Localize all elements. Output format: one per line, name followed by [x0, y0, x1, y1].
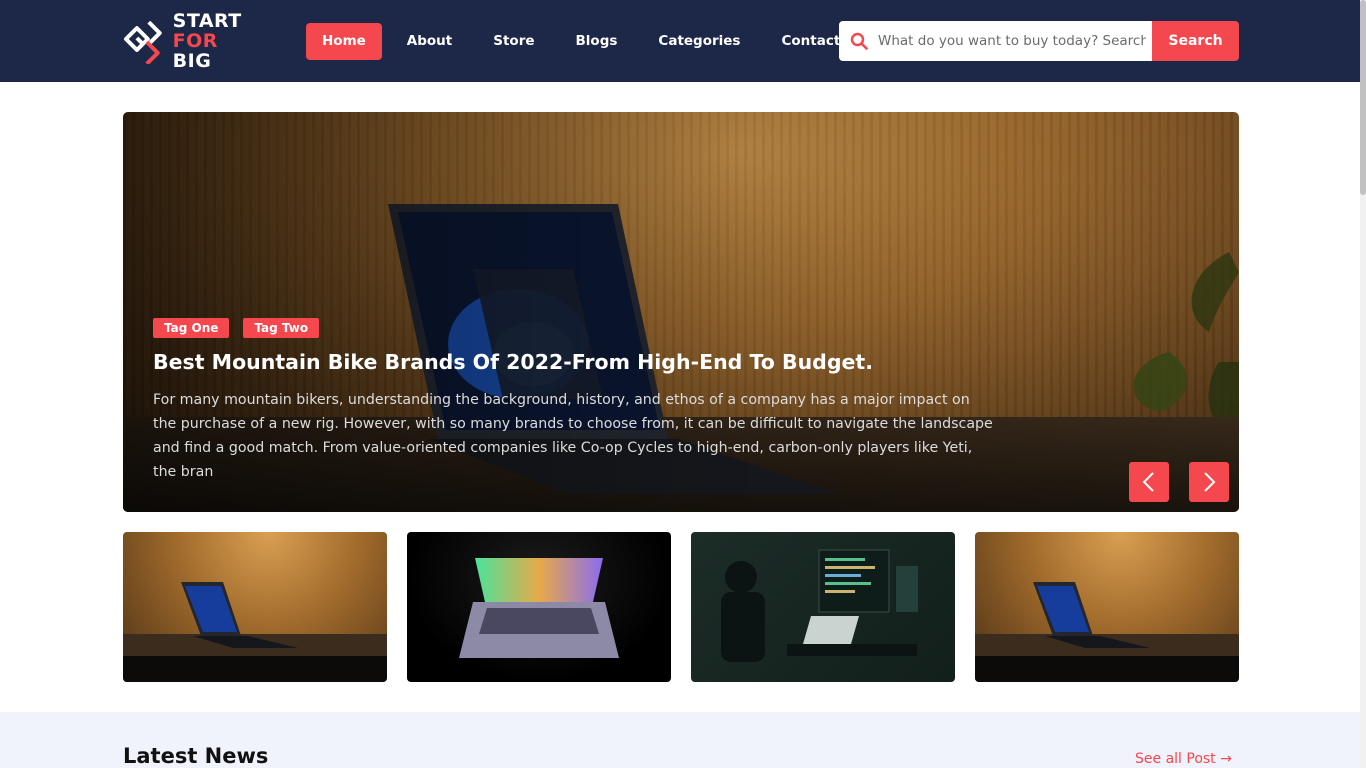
- laptop-thumb-image: [1033, 582, 1150, 648]
- thumbnail-2[interactable]: [407, 532, 671, 682]
- chevron-left-icon: [1142, 472, 1154, 492]
- search-bar: Search: [839, 21, 1239, 61]
- see-all-posts-link[interactable]: See all Post →: [1135, 751, 1232, 767]
- hero-content: Tag One Tag Two Best Mountain Bike Brand…: [153, 318, 993, 484]
- slider-thumbnails: [123, 532, 1239, 682]
- search-button[interactable]: Search: [1152, 21, 1239, 61]
- page-scrollbar[interactable]: [1360, 0, 1366, 768]
- hero-description: For many mountain bikers, understanding …: [153, 392, 993, 480]
- nav-home[interactable]: Home: [306, 23, 382, 60]
- nav-store[interactable]: Store: [477, 23, 550, 60]
- laptop-thumb-image: [181, 582, 298, 648]
- nav-about[interactable]: About: [391, 23, 468, 60]
- hero-tags: Tag One Tag Two: [153, 318, 993, 338]
- search-icon: [850, 32, 868, 50]
- glowing-laptop-image: [459, 558, 619, 658]
- tag-badge[interactable]: Tag One: [153, 318, 230, 338]
- thumbnail-3[interactable]: [691, 532, 955, 682]
- hero-title[interactable]: Best Mountain Bike Brands Of 2022-From H…: [153, 350, 993, 374]
- section-title: Latest News: [123, 744, 269, 768]
- site-header: START FOR BIG Home About Store Blogs Cat…: [0, 0, 1366, 82]
- tag-badge[interactable]: Tag Two: [243, 318, 320, 338]
- logo-text-for: FOR: [172, 30, 218, 52]
- brand-logo[interactable]: START FOR BIG: [123, 11, 263, 71]
- thumbnail-1[interactable]: [123, 532, 387, 682]
- scrollbar-thumb[interactable]: [1360, 0, 1366, 195]
- slider-prev-button[interactable]: [1129, 462, 1169, 502]
- logo-text-big: BIG: [172, 50, 212, 72]
- thumbnail-4[interactable]: [975, 532, 1239, 682]
- nav-categories[interactable]: Categories: [642, 23, 756, 60]
- logo-icon: [123, 20, 162, 64]
- chevron-right-icon: [1204, 472, 1216, 492]
- search-input[interactable]: [878, 33, 1146, 49]
- logo-text-start: START: [172, 10, 242, 32]
- logo-wordmark: START FOR BIG: [173, 11, 263, 71]
- slider-next-button[interactable]: [1189, 462, 1229, 502]
- search-box: [839, 21, 1152, 61]
- hero-slide[interactable]: Tag One Tag Two Best Mountain Bike Brand…: [123, 112, 1239, 512]
- main-nav: Home About Store Blogs Categories Contac…: [306, 23, 856, 60]
- programmer-image: [721, 549, 918, 662]
- nav-blogs[interactable]: Blogs: [560, 23, 634, 60]
